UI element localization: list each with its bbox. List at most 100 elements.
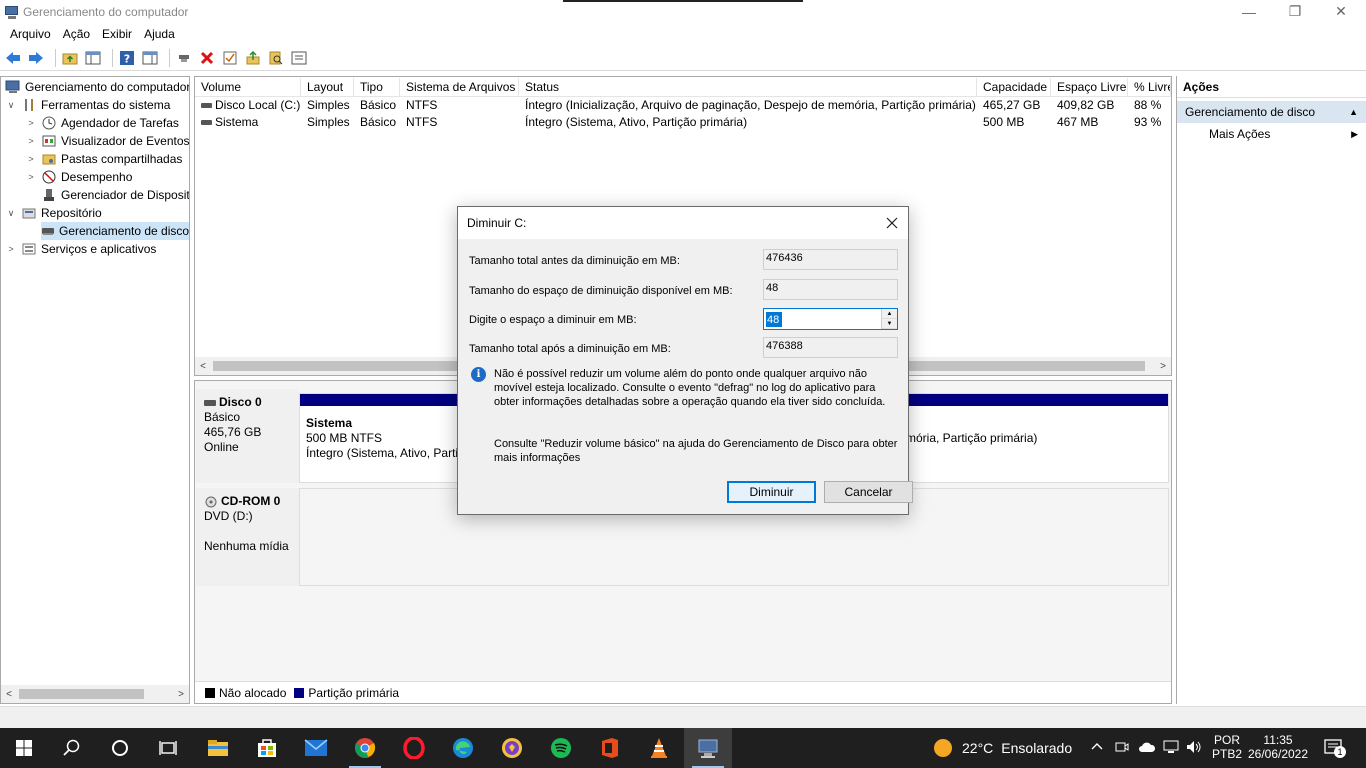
- search-button[interactable]: [48, 728, 96, 768]
- shrink-amount-input[interactable]: [766, 312, 782, 327]
- tree-item-services-apps[interactable]: > Serviços e aplicativos: [5, 240, 156, 258]
- shrink-button[interactable]: Diminuir: [727, 481, 816, 503]
- dialog-close-button[interactable]: [876, 207, 908, 239]
- volume-icon: [201, 120, 212, 126]
- back-icon[interactable]: [4, 49, 22, 67]
- properties-icon[interactable]: [141, 49, 159, 67]
- column-free-space[interactable]: Espaço Livre: [1051, 78, 1128, 97]
- chrome-icon[interactable]: [341, 728, 389, 768]
- scroll-left-icon[interactable]: <: [195, 357, 211, 375]
- cancel-button[interactable]: Cancelar: [824, 481, 913, 503]
- actions-section-disk-management[interactable]: Gerenciamento de disco ▲: [1177, 101, 1366, 123]
- cortana-button[interactable]: [96, 728, 144, 768]
- keyboard-layout: PTB2: [1212, 747, 1243, 761]
- list-icon[interactable]: [290, 49, 308, 67]
- tree-horizontal-scrollbar[interactable]: < >: [1, 685, 189, 703]
- table-row[interactable]: Sistema Simples Básico NTFS Íntegro (Sis…: [195, 114, 1171, 131]
- spin-up-icon[interactable]: ▲: [882, 309, 897, 319]
- clock[interactable]: 11:35 26/06/2022: [1246, 733, 1310, 761]
- onedrive-icon[interactable]: [1138, 741, 1156, 756]
- tree-item-disk-management[interactable]: Gerenciamento de disco: [41, 222, 189, 240]
- language-indicator[interactable]: POR PTB2: [1212, 733, 1242, 761]
- tree-item-storage[interactable]: ∨ Repositório: [5, 204, 102, 222]
- check-icon[interactable]: [221, 49, 239, 67]
- partition-sistema[interactable]: Sistema 500 MB NTFS Íntegro (Sistema, At…: [300, 408, 528, 480]
- menu-arquivo[interactable]: Arquivo: [4, 24, 57, 44]
- enter-amount-label: Digite o espaço a diminuir em MB:: [469, 314, 637, 326]
- column-filesystem[interactable]: Sistema de Arquivos: [400, 78, 519, 97]
- tree-item-task-scheduler[interactable]: > Agendador de Tarefas: [25, 114, 179, 132]
- show-hide-tree-icon[interactable]: [84, 49, 102, 67]
- disk0-label[interactable]: Disco 0 Básico 465,76 GB Online: [196, 389, 299, 483]
- notification-center[interactable]: 1: [1324, 738, 1346, 761]
- help-icon[interactable]: ?: [118, 49, 136, 67]
- column-type[interactable]: Tipo: [354, 78, 400, 97]
- collapse-icon[interactable]: ∨: [5, 100, 17, 111]
- task-view-button[interactable]: [144, 728, 192, 768]
- collapse-icon[interactable]: ∨: [5, 208, 17, 219]
- tree-item-device-manager[interactable]: Gerenciador de Dispositivos: [41, 186, 189, 204]
- column-layout[interactable]: Layout: [301, 78, 354, 97]
- status-bar: [0, 706, 1366, 728]
- forward-icon[interactable]: [27, 49, 45, 67]
- menu-acao[interactable]: Ação: [57, 24, 96, 44]
- tree-item-event-viewer[interactable]: > Visualizador de Eventos: [25, 132, 189, 150]
- mail-icon[interactable]: [292, 728, 340, 768]
- edge-icon[interactable]: [439, 728, 487, 768]
- expand-icon[interactable]: >: [25, 136, 37, 146]
- weather-widget[interactable]: 22°C Ensolarado: [934, 728, 1072, 768]
- spin-down-icon[interactable]: ▼: [882, 319, 897, 329]
- meet-now-icon[interactable]: [1115, 740, 1129, 757]
- spotify-icon[interactable]: [537, 728, 585, 768]
- tree-item-system-tools[interactable]: ∨ Ferramentas do sistema: [5, 96, 171, 114]
- navigation-tree: Gerenciamento do computador ∨ Ferramenta…: [0, 76, 190, 704]
- partition-status: mória, Partição primária): [906, 431, 1038, 445]
- scroll-right-icon[interactable]: >: [173, 685, 189, 703]
- actions-more[interactable]: Mais Ações ▶: [1177, 123, 1366, 145]
- tree-item-performance[interactable]: > Desempenho: [25, 168, 132, 186]
- column-percent-free[interactable]: % Livre: [1128, 78, 1171, 97]
- store-icon[interactable]: [243, 728, 291, 768]
- column-volume[interactable]: Volume: [195, 78, 301, 97]
- office-icon[interactable]: [586, 728, 634, 768]
- menu-exibir[interactable]: Exibir: [96, 24, 138, 44]
- column-capacity[interactable]: Capacidade: [977, 78, 1051, 97]
- file-explorer-icon[interactable]: [194, 728, 242, 768]
- opera-icon[interactable]: [390, 728, 438, 768]
- legend-unallocated: Não alocado: [219, 685, 287, 700]
- expand-icon[interactable]: >: [25, 118, 37, 128]
- unallocated-swatch: [205, 687, 215, 698]
- clock-time: 11:35: [1263, 733, 1293, 747]
- computer-management-icon[interactable]: [684, 728, 732, 768]
- search-icon[interactable]: [267, 49, 285, 67]
- brave-icon[interactable]: [488, 728, 536, 768]
- cell-percent-free: 88 %: [1134, 98, 1162, 112]
- cdrom-label[interactable]: CD-ROM 0 DVD (D:) Nenhuma mídia: [196, 488, 299, 586]
- volume-icon[interactable]: [1186, 740, 1202, 757]
- connect-icon[interactable]: [175, 49, 193, 67]
- delete-icon[interactable]: [198, 49, 216, 67]
- shrink-amount-stepper[interactable]: ▲ ▼: [763, 308, 898, 330]
- minimize-button[interactable]: —: [1226, 0, 1272, 23]
- tree-item-root[interactable]: Gerenciamento do computador: [5, 78, 189, 96]
- tree-item-shared-folders[interactable]: > Pastas compartilhadas: [25, 150, 182, 168]
- total-after-label: Tamanho total após a diminuição em MB:: [469, 343, 671, 355]
- column-status[interactable]: Status: [519, 78, 977, 97]
- expand-icon[interactable]: >: [25, 154, 37, 164]
- scrollbar-thumb[interactable]: [19, 689, 144, 699]
- start-button[interactable]: [0, 728, 48, 768]
- restore-button[interactable]: ❐: [1272, 0, 1318, 23]
- expand-icon[interactable]: >: [5, 244, 17, 254]
- tree-item-label: Ferramentas do sistema: [41, 98, 171, 112]
- expand-icon[interactable]: >: [25, 172, 37, 182]
- network-icon[interactable]: [1163, 740, 1179, 757]
- close-button[interactable]: ✕: [1318, 0, 1364, 23]
- tray-chevron-up-icon[interactable]: [1090, 740, 1104, 754]
- table-row[interactable]: Disco Local (C:) Simples Básico NTFS Ínt…: [195, 97, 1171, 114]
- up-folder-icon[interactable]: [61, 49, 79, 67]
- export-icon[interactable]: [244, 49, 262, 67]
- vlc-icon[interactable]: [635, 728, 683, 768]
- scroll-left-icon[interactable]: <: [1, 685, 17, 703]
- menu-ajuda[interactable]: Ajuda: [138, 24, 181, 44]
- scroll-right-icon[interactable]: >: [1155, 357, 1171, 375]
